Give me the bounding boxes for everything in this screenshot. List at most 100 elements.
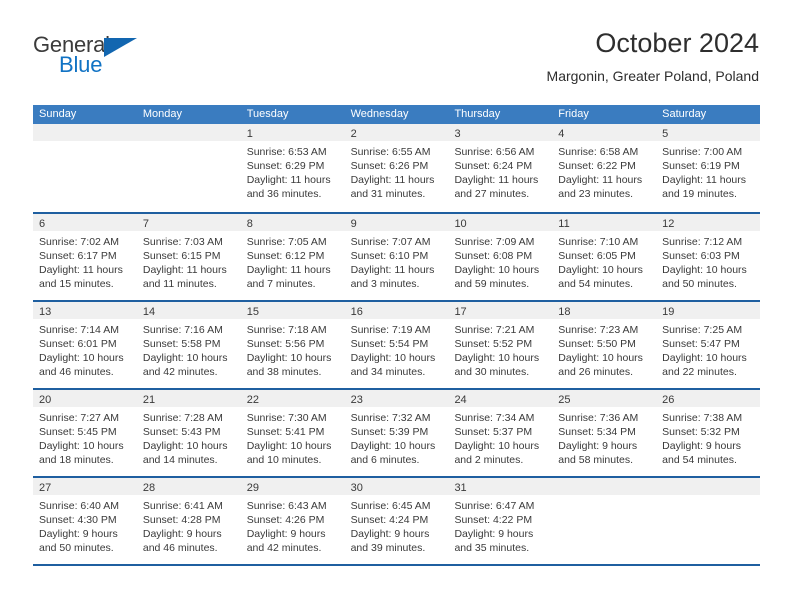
- sunrise-time: Sunrise: 6:43 AM: [246, 500, 327, 512]
- calendar-grid: Sunday Monday Tuesday Wednesday Thursday…: [33, 105, 761, 566]
- calendar-day-cell[interactable]: 20 Sunrise: 7:27 AM Sunset: 5:45 PM Dayligh…: [33, 390, 137, 476]
- calendar-day-cell[interactable]: 3 Sunrise: 6:56 AM Sunset: 6:24 PM Daylight…: [448, 124, 553, 212]
- sunrise-time: Sunrise: 6:45 AM: [350, 500, 431, 512]
- calendar-day-cell[interactable]: 8 Sunrise: 7:05 AM Sunset: 6:12 PM Daylight…: [240, 214, 345, 300]
- daylight-duration-line2: and 46 minutes.: [142, 542, 218, 554]
- day-number: 5: [662, 128, 669, 140]
- calendar-day-cell[interactable]: 15 Sunrise: 7:18 AM Sunset: 5:56 PM Dayligh…: [240, 302, 345, 388]
- calendar-day-cell[interactable]: 6 Sunrise: 7:02 AM Sunset: 6:17 PM Daylight…: [33, 214, 137, 300]
- daylight-duration-line2: and 30 minutes.: [454, 366, 530, 378]
- day-number: 18: [558, 306, 571, 318]
- day-sun-info: Sunrise: 6:55 AM Sunset: 6:26 PM Daylight:…: [345, 141, 449, 201]
- day-sun-info: Sunrise: 6:45 AM Sunset: 4:24 PM Daylight:…: [345, 495, 449, 555]
- daylight-duration-line2: and 58 minutes.: [558, 454, 634, 466]
- day-number: 30: [350, 482, 363, 494]
- calendar-day-cell[interactable]: 4 Sunrise: 6:58 AM Sunset: 6:22 PM Daylight…: [552, 124, 657, 212]
- day-number-band: 1: [240, 124, 345, 141]
- sunrise-time: Sunrise: 7:03 AM: [142, 236, 223, 248]
- sunrise-time: Sunrise: 7:18 AM: [246, 324, 327, 336]
- calendar-day-cell[interactable]: 7 Sunrise: 7:03 AM Sunset: 6:15 PM Daylight…: [136, 214, 241, 300]
- calendar-day-cell[interactable]: 16 Sunrise: 7:19 AM Sunset: 5:54 PM Dayligh…: [344, 302, 449, 388]
- page-subtitle-location: Margonin, Greater Poland, Poland: [546, 68, 759, 84]
- daylight-duration-line1: Daylight: 9 hours: [662, 440, 741, 452]
- daylight-duration-line2: and 34 minutes.: [350, 366, 426, 378]
- calendar-day-cell[interactable]: 14 Sunrise: 7:16 AM Sunset: 5:58 PM Dayligh…: [136, 302, 241, 388]
- calendar-day-cell[interactable]: 28 Sunrise: 6:41 AM Sunset: 4:28 PM Dayligh…: [136, 478, 241, 564]
- daylight-duration-line1: Daylight: 9 hours: [558, 440, 638, 452]
- weekday-header-saturday: Saturday: [662, 108, 707, 120]
- calendar-day-cell[interactable]: 5 Sunrise: 7:00 AM Sunset: 6:19 PM Daylight…: [656, 124, 761, 212]
- day-sun-info: Sunrise: 7:10 AM Sunset: 6:05 PM Daylight:…: [552, 231, 656, 291]
- calendar-day-cell[interactable]: 27 Sunrise: 6:40 AM Sunset: 4:30 PM Dayligh…: [33, 478, 137, 564]
- day-sun-info: Sunrise: 7:21 AM Sunset: 5:52 PM Daylight:…: [448, 319, 552, 379]
- sunrise-time: Sunrise: 6:40 AM: [39, 500, 119, 512]
- day-number-band: 4: [552, 124, 657, 141]
- sunset-time: Sunset: 6:03 PM: [662, 250, 740, 262]
- weekday-header-sunday: Sunday: [39, 108, 77, 120]
- general-blue-logo[interactable]: General Blue: [33, 26, 153, 90]
- day-sun-info: Sunrise: 7:09 AM Sunset: 6:08 PM Daylight:…: [448, 231, 552, 291]
- sunset-time: Sunset: 5:56 PM: [246, 338, 325, 350]
- daylight-duration-line1: Daylight: 10 hours: [454, 440, 540, 452]
- day-sun-info: Sunrise: 6:43 AM Sunset: 4:26 PM Daylight:…: [241, 495, 345, 555]
- calendar-day-cell[interactable]: 19 Sunrise: 7:25 AM Sunset: 5:47 PM Dayligh…: [656, 302, 761, 388]
- calendar-day-cell[interactable]: 9 Sunrise: 7:07 AM Sunset: 6:10 PM Daylight…: [344, 214, 449, 300]
- day-number: 13: [39, 306, 52, 318]
- sunset-time: Sunset: 5:45 PM: [39, 426, 117, 438]
- day-number: 24: [454, 394, 467, 406]
- calendar-week-row: 20 Sunrise: 7:27 AM Sunset: 5:45 PM Dayligh…: [33, 388, 761, 476]
- sunset-time: Sunset: 5:47 PM: [662, 338, 740, 350]
- calendar-day-cell[interactable]: 10 Sunrise: 7:09 AM Sunset: 6:08 PM Dayligh…: [448, 214, 553, 300]
- day-number-band: 7: [136, 214, 241, 231]
- calendar-day-cell[interactable]: 21 Sunrise: 7:28 AM Sunset: 5:43 PM Dayligh…: [136, 390, 241, 476]
- day-number: 2: [350, 128, 357, 140]
- calendar-day-cell[interactable]: 29 Sunrise: 6:43 AM Sunset: 4:26 PM Dayligh…: [240, 478, 345, 564]
- calendar-day-cell[interactable]: 31 Sunrise: 6:47 AM Sunset: 4:22 PM Dayligh…: [448, 478, 553, 564]
- calendar-day-cell[interactable]: 24 Sunrise: 7:34 AM Sunset: 5:37 PM Dayligh…: [448, 390, 553, 476]
- day-number-band: [656, 478, 761, 495]
- calendar-day-cell[interactable]: 18 Sunrise: 7:23 AM Sunset: 5:50 PM Dayligh…: [552, 302, 657, 388]
- daylight-duration-line1: Daylight: 11 hours: [246, 264, 331, 276]
- calendar-week-row: 13 Sunrise: 7:14 AM Sunset: 6:01 PM Dayligh…: [33, 300, 761, 388]
- calendar-day-cell[interactable]: 25 Sunrise: 7:36 AM Sunset: 5:34 PM Dayligh…: [552, 390, 657, 476]
- calendar-day-cell[interactable]: 30 Sunrise: 6:45 AM Sunset: 4:24 PM Dayligh…: [344, 478, 449, 564]
- daylight-duration-line2: and 7 minutes.: [246, 278, 316, 290]
- day-sun-info: Sunrise: 7:14 AM Sunset: 6:01 PM Daylight:…: [33, 319, 137, 379]
- daylight-duration-line2: and 38 minutes.: [246, 366, 322, 378]
- daylight-duration-line1: Daylight: 9 hours: [246, 528, 326, 540]
- sunrise-time: Sunrise: 7:00 AM: [662, 146, 743, 158]
- sunset-time: Sunset: 5:43 PM: [142, 426, 221, 438]
- day-number-band: 22: [240, 390, 345, 407]
- calendar-day-cell[interactable]: 13 Sunrise: 7:14 AM Sunset: 6:01 PM Dayligh…: [33, 302, 137, 388]
- daylight-duration-line2: and 42 minutes.: [142, 366, 218, 378]
- sunrise-time: Sunrise: 7:02 AM: [39, 236, 119, 248]
- day-sun-info: Sunrise: 7:34 AM Sunset: 5:37 PM Daylight:…: [448, 407, 552, 467]
- sunset-time: Sunset: 5:41 PM: [246, 426, 325, 438]
- sunset-time: Sunset: 6:08 PM: [454, 250, 533, 262]
- calendar-day-cell[interactable]: 23 Sunrise: 7:32 AM Sunset: 5:39 PM Dayligh…: [344, 390, 449, 476]
- sunset-time: Sunset: 6:24 PM: [454, 160, 533, 172]
- day-number-band: [552, 478, 657, 495]
- calendar-week-row: 1 Sunrise: 6:53 AM Sunset: 6:29 PM Daylight…: [33, 124, 761, 212]
- daylight-duration-line1: Daylight: 10 hours: [350, 440, 436, 452]
- daylight-duration-line2: and 23 minutes.: [558, 188, 634, 200]
- sunset-time: Sunset: 6:15 PM: [142, 250, 221, 262]
- day-number: 7: [142, 218, 149, 230]
- calendar-day-cell[interactable]: 12 Sunrise: 7:12 AM Sunset: 6:03 PM Dayligh…: [656, 214, 761, 300]
- calendar-day-cell[interactable]: 26 Sunrise: 7:38 AM Sunset: 5:32 PM Dayligh…: [656, 390, 761, 476]
- daylight-duration-line1: Daylight: 11 hours: [662, 174, 747, 186]
- day-number-band: 28: [136, 478, 241, 495]
- day-number-band: 23: [344, 390, 449, 407]
- calendar-day-cell[interactable]: 11 Sunrise: 7:10 AM Sunset: 6:05 PM Dayligh…: [552, 214, 657, 300]
- calendar-day-cell[interactable]: 1 Sunrise: 6:53 AM Sunset: 6:29 PM Daylight…: [240, 124, 345, 212]
- day-sun-info: Sunrise: 6:56 AM Sunset: 6:24 PM Daylight:…: [448, 141, 552, 201]
- daylight-duration-line2: and 2 minutes.: [454, 454, 524, 466]
- calendar-day-cell[interactable]: 22 Sunrise: 7:30 AM Sunset: 5:41 PM Dayligh…: [240, 390, 345, 476]
- calendar-day-cell[interactable]: 2 Sunrise: 6:55 AM Sunset: 6:26 PM Daylight…: [344, 124, 449, 212]
- calendar-week-row: 27 Sunrise: 6:40 AM Sunset: 4:30 PM Dayligh…: [33, 476, 761, 564]
- day-number-band: [33, 124, 137, 141]
- day-number: 4: [558, 128, 565, 140]
- calendar-day-cell[interactable]: 17 Sunrise: 7:21 AM Sunset: 5:52 PM Dayligh…: [448, 302, 553, 388]
- daylight-duration-line1: Daylight: 10 hours: [39, 352, 124, 364]
- calendar-page: General Blue October 2024 Margonin, Grea…: [0, 0, 792, 612]
